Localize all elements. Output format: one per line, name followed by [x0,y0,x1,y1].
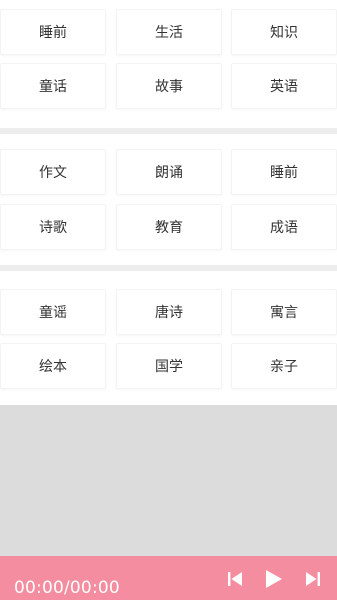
audio-player-bar: 00:00/00:00 [0,556,337,600]
category-grid-3: 童谣 唐诗 寓言 绘本 国学 亲子 [0,271,337,405]
category-knowledge[interactable]: 知识 [231,9,337,55]
category-poetry[interactable]: 诗歌 [0,204,106,250]
skip-next-icon [306,572,320,586]
category-education[interactable]: 教育 [116,204,222,250]
play-icon [266,570,282,588]
category-parent-child[interactable]: 亲子 [231,343,337,389]
category-grid-1: 睡前 生活 知识 童话 故事 英语 [0,0,337,128]
category-tang-poems[interactable]: 唐诗 [116,289,222,335]
next-track-button[interactable] [303,570,323,588]
category-english[interactable]: 英语 [231,63,337,109]
category-sleep[interactable]: 睡前 [0,9,106,55]
category-grid-2: 作文 朗诵 睡前 诗歌 教育 成语 [0,134,337,265]
category-fables[interactable]: 寓言 [231,289,337,335]
category-idioms[interactable]: 成语 [231,204,337,250]
play-button[interactable] [262,569,284,589]
category-fairy-tale[interactable]: 童话 [0,63,106,109]
category-life[interactable]: 生活 [116,9,222,55]
category-recitation[interactable]: 朗诵 [116,149,222,195]
previous-track-button[interactable] [225,570,245,588]
content-placeholder [0,405,337,556]
category-nursery-rhymes[interactable]: 童谣 [0,289,106,335]
category-picture-books[interactable]: 绘本 [0,343,106,389]
category-bedtime[interactable]: 睡前 [231,149,337,195]
category-chinese-classics[interactable]: 国学 [116,343,222,389]
category-composition[interactable]: 作文 [0,149,106,195]
skip-previous-icon [228,572,242,586]
playback-time: 00:00/00:00 [14,578,120,598]
category-story[interactable]: 故事 [116,63,222,109]
app-screen: 睡前 生活 知识 童话 故事 英语 作文 朗诵 睡前 诗歌 教育 成语 童谣 唐… [0,0,337,600]
